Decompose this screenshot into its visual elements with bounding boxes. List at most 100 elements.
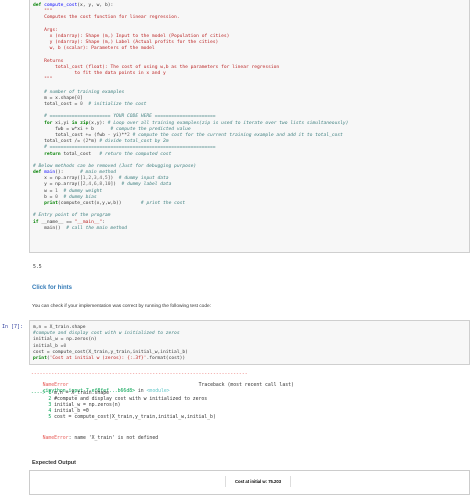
code-token: to fit the data points in x and y (33, 71, 166, 77)
expected-value-cell: Cost at initial w: 75.203 (225, 476, 291, 487)
code-token: # call the main method (66, 225, 128, 231)
code-token: y (ndarray): Shape (m,) Label (Actual pr… (33, 40, 219, 46)
code-token: main (44, 170, 56, 176)
code-token: initial_w = np.zeros(n) (33, 337, 97, 343)
traceback-code: initial_w = np.zeros(n) (51, 402, 121, 408)
code-editor[interactable]: def compute_cost(x, y, w, b): """ Comput… (30, 0, 469, 232)
hints-link[interactable]: Click for hints (32, 285, 72, 291)
code-token: total_cost = (33, 102, 81, 107)
traceback-arrow: 3 (31, 402, 52, 408)
error-message-name: NameError (42, 435, 69, 441)
code-token: 2,4,6,8,10 (82, 182, 111, 188)
code-token: # number of training examples (33, 89, 125, 95)
cell-prompt: In [7]: (2, 324, 24, 330)
traceback-code: #compute and display cost with w initial… (51, 396, 208, 402)
error-output: ----------------------------------------… (31, 372, 471, 441)
code-token: # dummy weight (63, 188, 103, 194)
code-token: 0 (63, 343, 67, 349)
traceback-arrow: 4 (31, 409, 52, 415)
traceback-arrow: 5 (31, 415, 52, 421)
code-token: # dummy label data (121, 182, 172, 188)
code-token: y = np.array([ (33, 182, 83, 188)
code-token: (x,y): (88, 120, 108, 126)
code-token: ]) (107, 176, 119, 182)
error-name: NameError (42, 383, 69, 389)
code-token: "__main__" (74, 219, 103, 225)
code-token: # main method (80, 170, 117, 176)
code-token: total_cost += (fwb - yi)** (33, 132, 128, 138)
code-token: #compute and display cost with w initial… (33, 331, 180, 337)
code-token: total_cost (60, 151, 100, 157)
code-token: (compute_cost(x,y,w,b)) (57, 201, 141, 206)
code-token: def (33, 3, 45, 8)
code-cell-compute-cost[interactable]: def compute_cost(x, y, w, b): """ Comput… (29, 0, 470, 253)
traceback-code: initial_b =0 (51, 409, 89, 415)
code-token: xi,yi (52, 120, 72, 126)
error-location-suffix: in (134, 389, 147, 395)
code-token: # dummy input data (118, 176, 169, 182)
code-token: # Entry point of the program (33, 213, 111, 219)
expected-output-label: Expected Output (32, 460, 77, 466)
code-token: # ======================================… (33, 145, 216, 151)
code-token: Returns (33, 58, 64, 64)
code-line: main() # call the main method (33, 226, 469, 232)
code-token: def (33, 170, 45, 176)
code-token: compute_cost (44, 3, 78, 8)
code-line: print('Cost at initial w (zeros): {:.3f}… (33, 356, 469, 362)
code-token: # divide total_cost by 2m (99, 139, 169, 145)
code-token: # Loop over all training examples(zip is… (107, 120, 349, 126)
code-token: *m) (88, 139, 100, 145)
code-token: (): (55, 170, 81, 176)
code-token: # compute the cost for the current train… (132, 132, 343, 138)
code-token: return (44, 151, 61, 157)
code-token: __name__ == (38, 219, 75, 225)
code-token: """ (33, 77, 53, 83)
traceback-label: Traceback (most recent call last) (198, 383, 294, 389)
code-token: m = x.shape[ (33, 95, 78, 101)
code-token: x = np.array([ (33, 176, 83, 182)
code-token: .format(cost)) (146, 355, 186, 361)
traceback-code: cost = compute_cost(X_train,y_train,init… (51, 415, 216, 421)
code-cell-test[interactable]: m,n = X_train.shape #compute and display … (29, 320, 470, 365)
code-token: # Below methods can be removed (Just for… (33, 163, 197, 169)
code-token: # ====================== YOUR CODE HERE … (33, 114, 216, 120)
code-token: w = (33, 188, 56, 194)
expected-value: Cost at initial w: 75.203 (234, 479, 282, 484)
code-token: """ (33, 9, 53, 15)
code-editor[interactable]: m,n = X_train.shape #compute and display … (30, 321, 469, 362)
code-token: m,n = X_train.shape (33, 325, 86, 330)
code-token: main() (33, 225, 67, 231)
code-token: # initialize the cost (88, 102, 147, 107)
traceback-code: m,n = X_train.shape (51, 390, 109, 396)
code-token: # print the cost (140, 201, 186, 206)
code-token: ] (80, 95, 83, 101)
code-token: print (33, 355, 47, 361)
code-token: initial_b = (33, 343, 64, 349)
error-message: : name 'X_train' is not defined (68, 435, 159, 441)
instruction-text: You can check if your implementation was… (32, 304, 212, 309)
code-token: (x, y, w, b): (77, 3, 114, 8)
code-token: ]) (110, 182, 122, 188)
code-token: b = (33, 194, 56, 200)
traceback-arrow: 2 (31, 396, 52, 402)
code-token: 'Cost at initial w (zeros): {:.3f}' (49, 355, 147, 361)
code-token: w, b (scalar): Parameters of the model (33, 46, 155, 52)
code-token: cost = compute_cost(X_train,y_train,init… (33, 349, 188, 355)
code-token: x (ndarray): Shape (m,) Input to the mod… (33, 33, 230, 39)
code-token: # dummy bias (63, 194, 97, 200)
cell-output: 5.5 (33, 265, 42, 270)
code-token: print (44, 201, 58, 206)
expected-output-table: Cost at initial w: 75.203 (29, 470, 470, 495)
code-token: Args: (33, 27, 58, 33)
code-token: Computes the cost function for linear re… (33, 15, 180, 21)
error-module: <module> (146, 389, 170, 395)
code-token: fwb = w*xi + b (33, 126, 111, 132)
code-token: total_cost (float): The cost of using w,… (33, 64, 280, 70)
code-token: # return the computed cost (99, 151, 172, 157)
traceback-arrow: ----> 1 (31, 390, 52, 396)
code-token: total_cost /= ( (33, 139, 86, 145)
code-token: # compute the predicted value (110, 126, 191, 132)
